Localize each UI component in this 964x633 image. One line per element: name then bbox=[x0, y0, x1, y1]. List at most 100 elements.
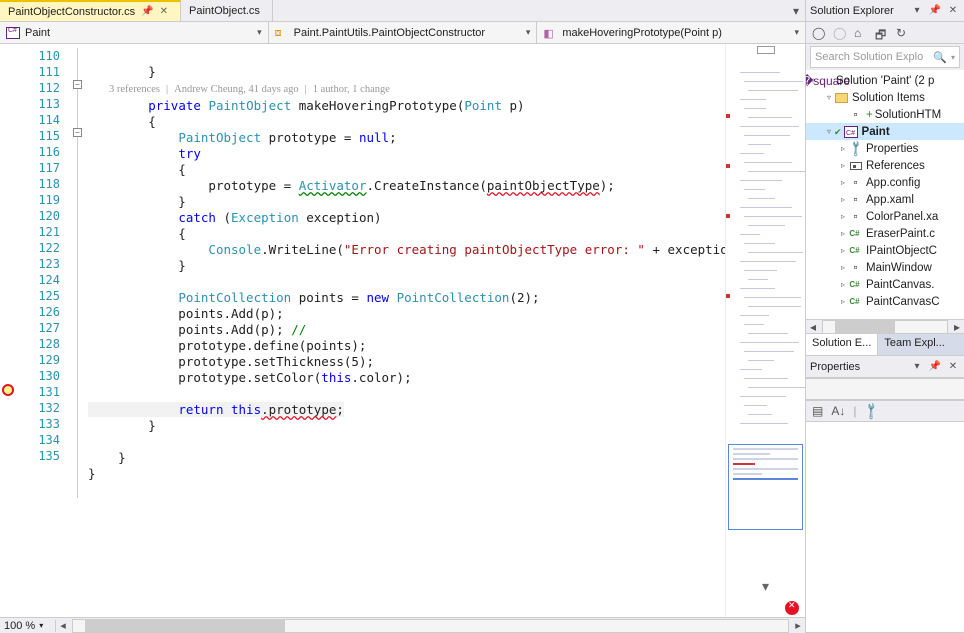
editor-column: PaintObjectConstructor.cs 📌 ✕ PaintObjec… bbox=[0, 0, 806, 633]
expand-icon[interactable]: ▹ bbox=[838, 158, 848, 174]
solution-tree[interactable]: ▿ �square Solution 'Paint' (2 p ▿Solutio… bbox=[806, 70, 964, 319]
refresh-icon[interactable]: ↻ bbox=[896, 26, 910, 40]
tree-item-label: IPaintObjectC bbox=[866, 243, 937, 259]
tree-item[interactable]: ▹▫ColorPanel.xa bbox=[806, 208, 964, 225]
code-area[interactable]: } 3 references|Andrew Cheung, 41 days ag… bbox=[88, 44, 725, 617]
side-panels: Solution Explorer ▾ 📌 ✕ ◯ ◯ ⌂ 🗗 ↻ Search… bbox=[806, 0, 964, 633]
class-icon: ⧈ bbox=[275, 27, 289, 39]
nav-class[interactable]: ⧈ Paint.PaintUtils.PaintObjectConstructo… bbox=[269, 22, 538, 43]
scroll-right-icon[interactable]: ▸ bbox=[791, 619, 805, 632]
tree-item[interactable]: ▿✔Paint bbox=[806, 123, 964, 140]
scroll-down-icon[interactable]: ▾ bbox=[762, 578, 769, 595]
expand-icon[interactable]: ▿ bbox=[824, 90, 834, 106]
tree-item[interactable]: ▹▫MainWindow bbox=[806, 259, 964, 276]
tree-item-label: References bbox=[866, 158, 925, 174]
split-handle[interactable] bbox=[757, 46, 775, 54]
tab-team-explorer[interactable]: Team Expl... bbox=[878, 334, 964, 355]
zoom-dropdown[interactable]: 100 % ▾ bbox=[0, 620, 56, 632]
tree-item[interactable]: ▹▫App.xaml bbox=[806, 191, 964, 208]
tab-active[interactable]: PaintObjectConstructor.cs 📌 ✕ bbox=[0, 0, 181, 21]
dropdown-icon[interactable]: ▾ bbox=[910, 361, 924, 372]
solution-search-input[interactable]: Search Solution Explo 🔍 ▾ bbox=[810, 46, 960, 68]
sync-icon[interactable]: 🗗 bbox=[875, 26, 889, 40]
tree-item-label: PaintCanvasC bbox=[866, 294, 940, 310]
solution-explorer-toolbar: ◯ ◯ ⌂ 🗗 ↻ bbox=[806, 22, 964, 44]
dropdown-icon[interactable]: ▾ bbox=[910, 5, 924, 16]
error-glyph-icon[interactable] bbox=[2, 384, 14, 396]
expand-icon[interactable]: ▿ bbox=[824, 124, 834, 140]
tab-label: PaintObjectConstructor.cs bbox=[8, 6, 135, 18]
tab-inactive[interactable]: PaintObject.cs bbox=[181, 0, 273, 21]
tree-item-label: MainWindow bbox=[866, 260, 932, 276]
solution-node[interactable]: ▿ �square Solution 'Paint' (2 p bbox=[806, 72, 964, 89]
tab-pin-icon[interactable]: 📌 bbox=[141, 6, 153, 17]
properties-titlebar[interactable]: Properties ▾ 📌 ✕ bbox=[806, 356, 964, 378]
home-icon[interactable]: ⌂ bbox=[854, 26, 868, 40]
tree-scrollbar[interactable]: ◂▸ bbox=[806, 319, 964, 333]
file-tabs: PaintObjectConstructor.cs 📌 ✕ PaintObjec… bbox=[0, 0, 805, 22]
expand-icon[interactable]: ▹ bbox=[838, 260, 848, 276]
tree-item[interactable]: ▹C#IPaintObjectC bbox=[806, 242, 964, 259]
tree-item-label: Properties bbox=[866, 141, 918, 157]
glyph-margin bbox=[0, 44, 18, 617]
tree-item[interactable]: ▹▫App.config bbox=[806, 174, 964, 191]
outline-toggle[interactable]: − bbox=[73, 80, 82, 89]
tree-item-label: EraserPaint.c bbox=[866, 226, 935, 242]
scroll-left-icon[interactable]: ◂ bbox=[56, 619, 70, 632]
tree-item[interactable]: ▹🔧Properties bbox=[806, 140, 964, 157]
codelens[interactable]: 3 references|Andrew Cheung, 41 days ago|… bbox=[88, 84, 390, 95]
tab-close-icon[interactable]: ✕ bbox=[160, 6, 168, 17]
properties-grid[interactable] bbox=[806, 422, 964, 632]
properties-panel: Properties ▾ 📌 ✕ ▤ A↓ | 🔧 bbox=[806, 356, 964, 633]
expand-icon[interactable]: ▹ bbox=[838, 192, 848, 208]
tree-item[interactable]: ▹C#PaintCanvas. bbox=[806, 276, 964, 293]
error-indicator-icon[interactable] bbox=[785, 601, 799, 615]
pin-icon[interactable]: 📌 bbox=[928, 361, 942, 372]
properties-toolbar: ▤ A↓ | 🔧 bbox=[806, 400, 964, 422]
outline-toggle[interactable]: − bbox=[73, 128, 82, 137]
tree-item-label: PaintCanvas. bbox=[866, 277, 934, 293]
expand-icon[interactable]: ▹ bbox=[838, 243, 848, 259]
editor-status-bar: 100 % ▾ ◂ ▸ bbox=[0, 617, 805, 633]
tree-item-label: Paint bbox=[862, 124, 890, 140]
tree-item-label: App.config bbox=[866, 175, 920, 191]
tree-item[interactable]: ▹C#EraserPaint.c bbox=[806, 225, 964, 242]
horizontal-scrollbar[interactable] bbox=[72, 619, 789, 633]
tree-item[interactable]: ▹C#PaintCanvasC bbox=[806, 293, 964, 310]
solution-explorer-titlebar[interactable]: Solution Explorer ▾ 📌 ✕ bbox=[806, 0, 964, 22]
pin-icon[interactable]: 📌 bbox=[928, 5, 942, 16]
chevron-down-icon: ▾ bbox=[526, 27, 531, 38]
solution-icon: �square bbox=[818, 74, 833, 88]
expand-icon[interactable]: ▹ bbox=[838, 277, 848, 293]
close-icon[interactable]: ✕ bbox=[946, 5, 960, 16]
tree-item[interactable]: ▿Solution Items bbox=[806, 89, 964, 106]
csharp-icon bbox=[6, 27, 20, 39]
code-editor[interactable]: 110 111 112 113 114 115 116 117 118 119 … bbox=[0, 44, 805, 617]
tabs-dropdown-icon[interactable]: ▾ bbox=[793, 4, 799, 18]
chevron-down-icon[interactable]: ▾ bbox=[951, 53, 955, 62]
nav-method[interactable]: ◧ makeHoveringPrototype(Point p) ▾ bbox=[537, 22, 805, 43]
categorized-icon[interactable]: ▤ bbox=[812, 404, 823, 418]
expand-icon[interactable]: ▹ bbox=[838, 209, 848, 225]
forward-icon[interactable]: ◯ bbox=[833, 26, 847, 40]
line-number-gutter: 110 111 112 113 114 115 116 117 118 119 … bbox=[18, 44, 68, 617]
tree-item[interactable]: ▫+SolutionHTM bbox=[806, 106, 964, 123]
wrench-icon[interactable]: 🔧 bbox=[862, 401, 882, 421]
vertical-scrollbar-map[interactable]: ▾ bbox=[725, 44, 805, 617]
expand-icon[interactable]: ▹ bbox=[838, 294, 848, 310]
expand-icon[interactable]: ▹ bbox=[838, 226, 848, 242]
tree-item-label: App.xaml bbox=[866, 192, 914, 208]
tree-item-label: SolutionHTM bbox=[875, 107, 941, 123]
code-preview-tooltip bbox=[728, 444, 803, 530]
search-icon: 🔍 bbox=[933, 51, 947, 64]
tab-solution-explorer[interactable]: Solution E... bbox=[806, 334, 878, 355]
tree-item[interactable]: ▹ References bbox=[806, 157, 964, 174]
expand-icon[interactable]: ▹ bbox=[838, 175, 848, 191]
properties-object-select[interactable] bbox=[806, 378, 964, 400]
nav-namespace[interactable]: Paint ▾ bbox=[0, 22, 269, 43]
alphabetical-icon[interactable]: A↓ bbox=[831, 404, 845, 418]
close-icon[interactable]: ✕ bbox=[946, 361, 960, 372]
nav-bar: Paint ▾ ⧈ Paint.PaintUtils.PaintObjectCo… bbox=[0, 22, 805, 44]
chevron-down-icon: ▾ bbox=[257, 27, 262, 38]
back-icon[interactable]: ◯ bbox=[812, 26, 826, 40]
